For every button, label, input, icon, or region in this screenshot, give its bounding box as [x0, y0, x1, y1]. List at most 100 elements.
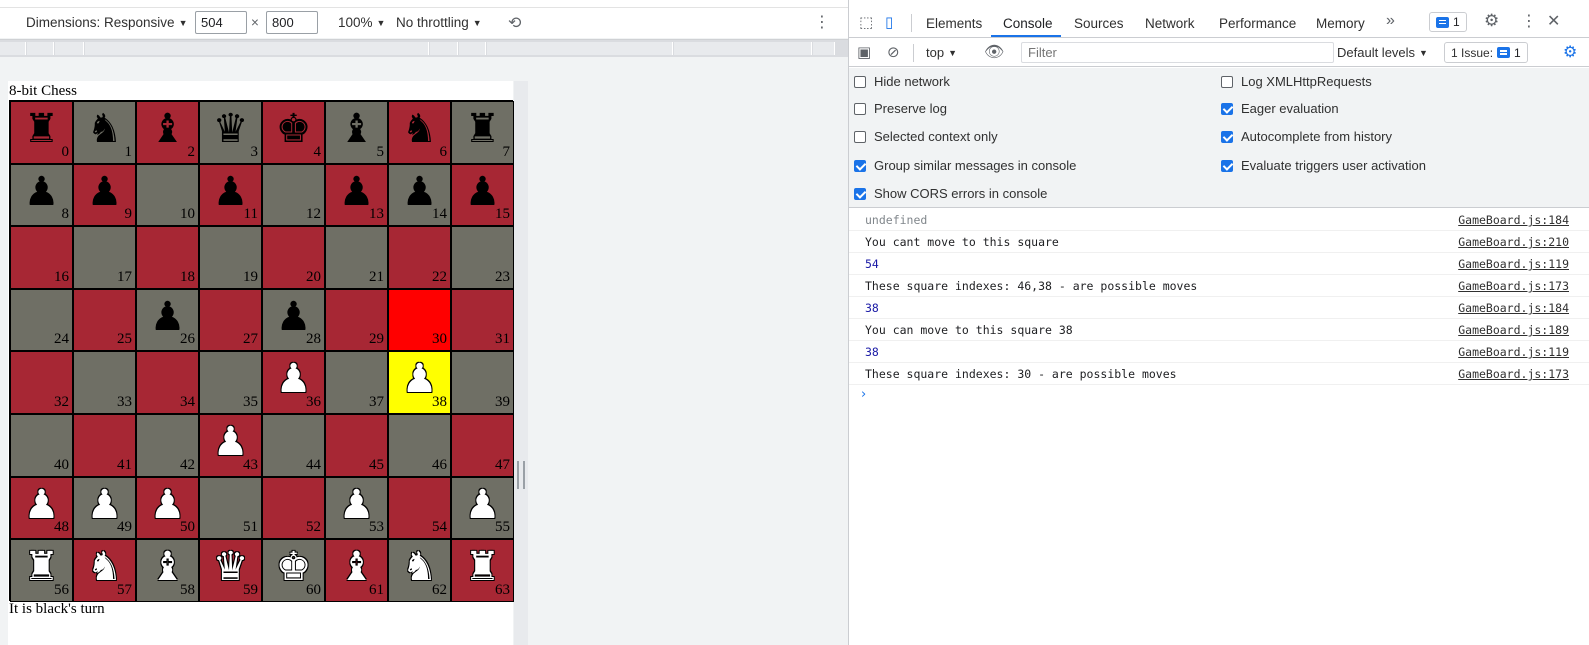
- context-select[interactable]: top ▼: [926, 45, 957, 60]
- inspect-element-icon[interactable]: ⬚: [859, 13, 873, 31]
- issues-button[interactable]: 1 Issue: 1: [1444, 42, 1528, 63]
- more-tabs-icon[interactable]: »: [1386, 12, 1395, 30]
- source-link[interactable]: GameBoard.js:184: [1458, 213, 1569, 227]
- tab-memory[interactable]: Memory: [1316, 16, 1365, 31]
- board-square[interactable]: 32: [10, 351, 73, 414]
- board-square[interactable]: 44: [262, 413, 325, 477]
- board-square[interactable]: 18: [136, 226, 199, 289]
- checkbox[interactable]: [1221, 75, 1233, 88]
- board-square[interactable]: 30: [388, 288, 451, 352]
- viewport-resize-handle[interactable]: [514, 81, 528, 645]
- board-square[interactable]: ♟ 49: [73, 476, 136, 540]
- setting-option[interactable]: Autocomplete from history: [1221, 129, 1392, 144]
- board-square[interactable]: 17: [73, 226, 136, 289]
- setting-option[interactable]: Hide network: [854, 74, 950, 89]
- board-square[interactable]: 19: [199, 226, 262, 289]
- source-link[interactable]: GameBoard.js:189: [1458, 323, 1569, 337]
- tab-network[interactable]: Network: [1145, 16, 1195, 31]
- sidebar-toggle-icon[interactable]: ▣: [857, 43, 871, 61]
- board-square[interactable]: 39: [451, 351, 514, 414]
- board-square[interactable]: 16: [10, 226, 73, 289]
- tab-elements[interactable]: Elements: [926, 16, 982, 31]
- board-square[interactable]: ♟ 8: [10, 163, 73, 227]
- checkbox[interactable]: [854, 187, 866, 200]
- board-square[interactable]: 12: [262, 163, 325, 227]
- board-square[interactable]: ♜ 63: [451, 539, 514, 602]
- board-square[interactable]: ♜ 0: [10, 101, 73, 164]
- close-icon[interactable]: ✕: [1547, 11, 1560, 31]
- checkbox[interactable]: [1221, 102, 1233, 115]
- board-square[interactable]: 23: [451, 226, 514, 289]
- board-square[interactable]: 25: [73, 288, 136, 352]
- board-square[interactable]: 51: [199, 476, 262, 540]
- board-square[interactable]: ♜ 7: [451, 101, 514, 164]
- board-square[interactable]: 35: [199, 351, 262, 414]
- zoom-dropdown[interactable]: 100% ▼: [338, 15, 385, 30]
- board-square[interactable]: 46: [388, 413, 451, 477]
- settings-gear-icon[interactable]: ⚙: [1484, 11, 1499, 31]
- clear-console-icon[interactable]: ⊘: [887, 43, 900, 61]
- height-input[interactable]: [266, 11, 318, 34]
- source-link[interactable]: GameBoard.js:119: [1458, 257, 1569, 271]
- source-link[interactable]: GameBoard.js:173: [1458, 367, 1569, 381]
- setting-option[interactable]: Selected context only: [854, 129, 998, 144]
- board-square[interactable]: ♟ 11: [199, 163, 262, 227]
- board-square[interactable]: 52: [262, 476, 325, 540]
- board-square[interactable]: ♟ 38: [388, 351, 451, 414]
- media-query-bar[interactable]: [0, 39, 848, 57]
- source-link[interactable]: GameBoard.js:210: [1458, 235, 1569, 249]
- board-square[interactable]: 33: [73, 351, 136, 414]
- board-square[interactable]: ♟ 13: [325, 163, 388, 227]
- board-square[interactable]: ♛ 59: [199, 539, 262, 602]
- source-link[interactable]: GameBoard.js:184: [1458, 301, 1569, 315]
- checkbox[interactable]: [1221, 159, 1233, 172]
- checkbox[interactable]: [854, 130, 866, 143]
- board-square[interactable]: ♟ 26: [136, 288, 199, 352]
- board-square[interactable]: ♟ 55: [451, 476, 514, 540]
- board-square[interactable]: ♞ 1: [73, 101, 136, 164]
- board-square[interactable]: ♞ 6: [388, 101, 451, 164]
- dimensions-dropdown[interactable]: Dimensions: Responsive ▼: [26, 15, 188, 30]
- tab-console[interactable]: Console: [1003, 16, 1053, 31]
- board-square[interactable]: 31: [451, 288, 514, 352]
- checkbox[interactable]: [1221, 130, 1233, 143]
- board-square[interactable]: 42: [136, 413, 199, 477]
- filter-input[interactable]: [1021, 42, 1334, 63]
- checkbox[interactable]: [854, 159, 866, 172]
- board-square[interactable]: ♟ 50: [136, 476, 199, 540]
- board-square[interactable]: 24: [10, 288, 73, 352]
- board-square[interactable]: ♟ 14: [388, 163, 451, 227]
- board-square[interactable]: ♟ 15: [451, 163, 514, 227]
- source-link[interactable]: GameBoard.js:173: [1458, 279, 1569, 293]
- board-square[interactable]: 22: [388, 226, 451, 289]
- board-square[interactable]: ♟ 48: [10, 476, 73, 540]
- setting-option[interactable]: Eager evaluation: [1221, 101, 1339, 116]
- console-prompt[interactable]: ›: [849, 385, 1589, 407]
- board-square[interactable]: 21: [325, 226, 388, 289]
- board-square[interactable]: ♞ 57: [73, 539, 136, 602]
- board-square[interactable]: 20: [262, 226, 325, 289]
- board-square[interactable]: ♚ 4: [262, 101, 325, 164]
- board-square[interactable]: ♛ 3: [199, 101, 262, 164]
- more-vertical-icon[interactable]: ⋮: [1521, 11, 1537, 31]
- board-square[interactable]: ♜ 56: [10, 539, 73, 602]
- board-square[interactable]: 10: [136, 163, 199, 227]
- board-square[interactable]: ♝ 2: [136, 101, 199, 164]
- setting-option[interactable]: Group similar messages in console: [854, 158, 1076, 173]
- setting-option[interactable]: Preserve log: [854, 101, 947, 116]
- board-square[interactable]: 45: [325, 413, 388, 477]
- board-square[interactable]: 40: [10, 413, 73, 477]
- width-input[interactable]: [195, 11, 247, 34]
- messages-badge[interactable]: 1: [1429, 12, 1467, 32]
- setting-option[interactable]: Show CORS errors in console: [854, 186, 1047, 201]
- board-square[interactable]: ♟ 28: [262, 288, 325, 352]
- setting-option[interactable]: Log XMLHttpRequests: [1221, 74, 1372, 89]
- board-square[interactable]: ♞ 62: [388, 539, 451, 602]
- board-square[interactable]: 47: [451, 413, 514, 477]
- tab-performance[interactable]: Performance: [1219, 16, 1296, 31]
- more-vertical-icon[interactable]: ⋮: [814, 12, 830, 32]
- console-settings-gear-icon[interactable]: ⚙: [1563, 42, 1577, 62]
- source-link[interactable]: GameBoard.js:119: [1458, 345, 1569, 359]
- board-square[interactable]: ♟ 9: [73, 163, 136, 227]
- board-square[interactable]: 37: [325, 351, 388, 414]
